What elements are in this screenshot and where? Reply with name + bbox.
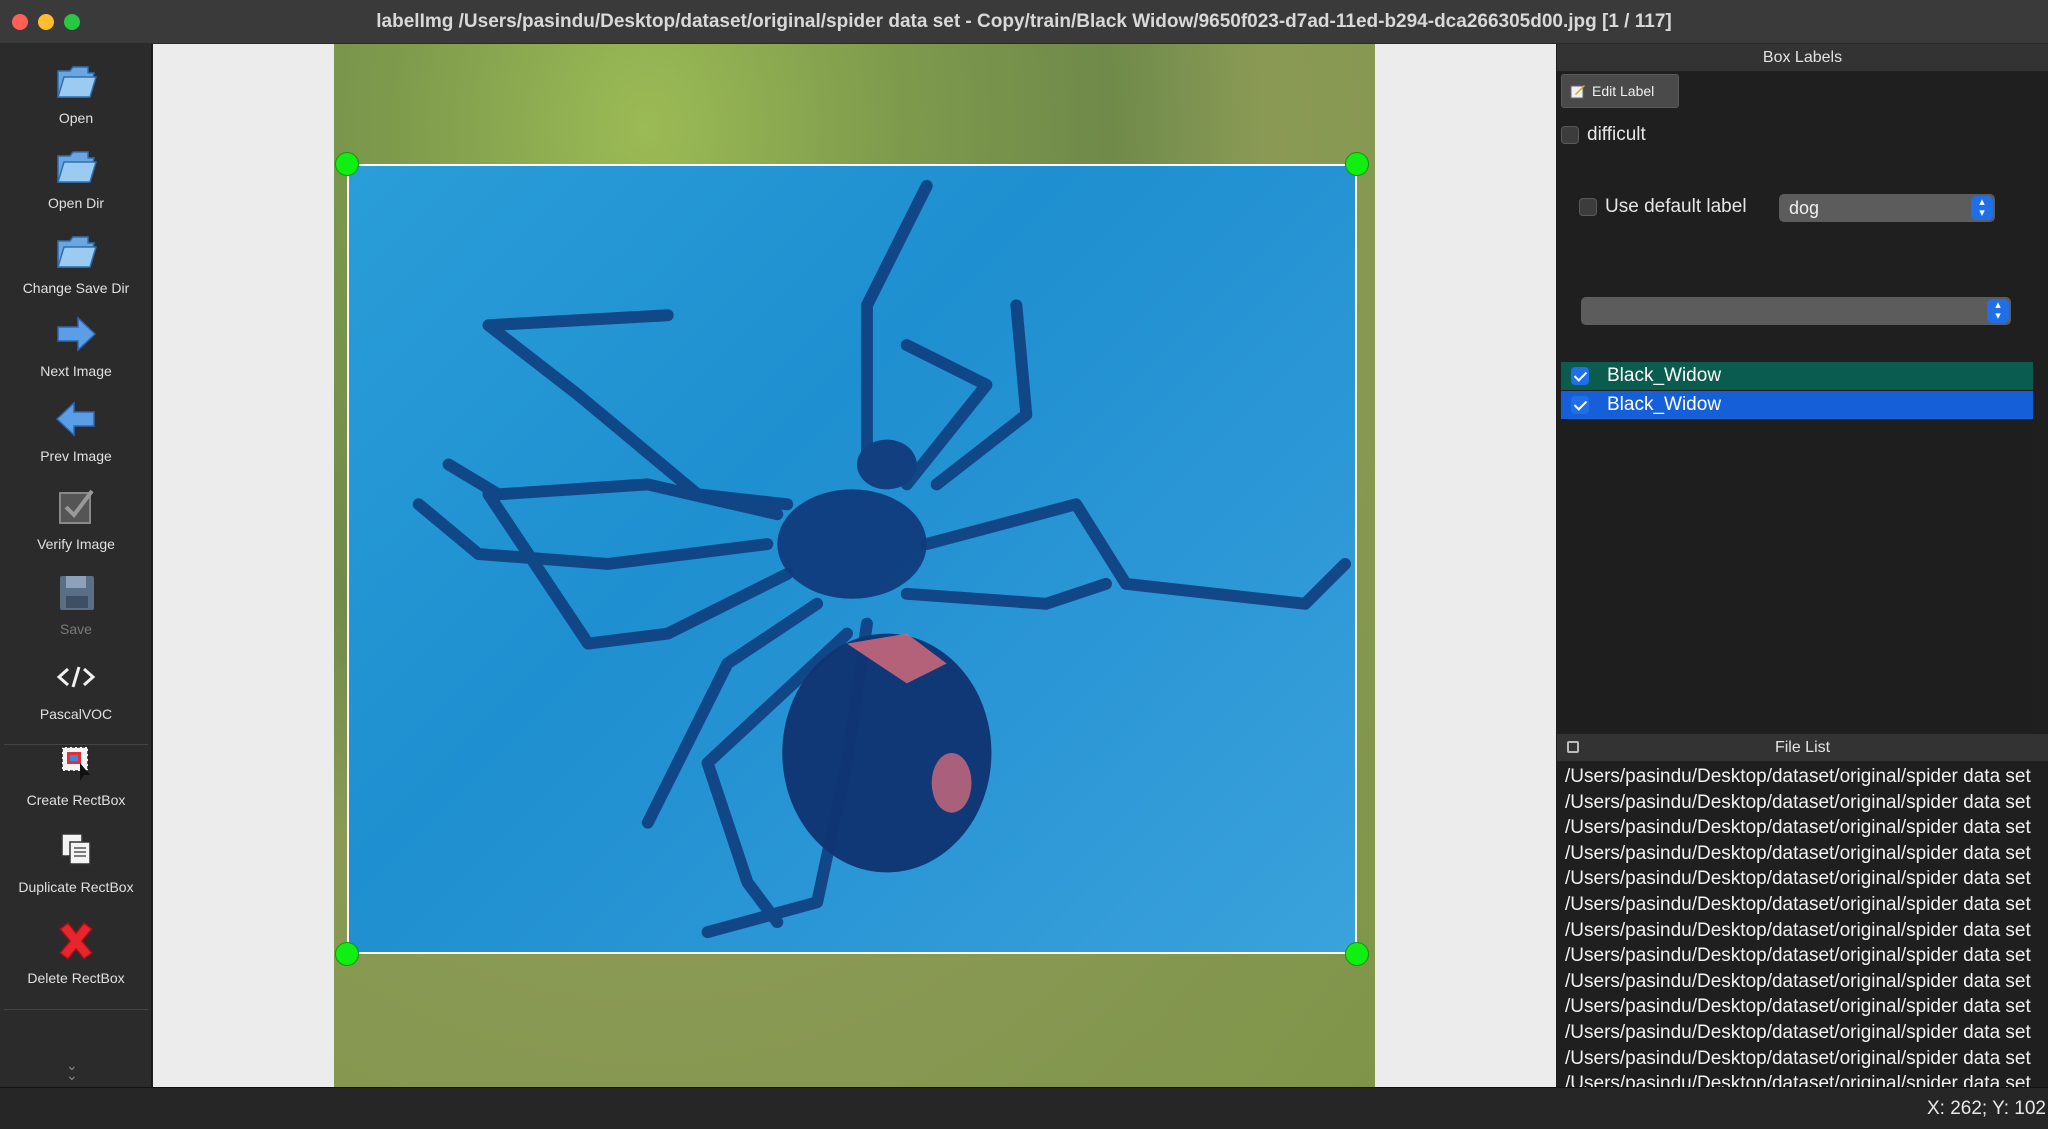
pascal-voc-label: PascalVOC	[39, 706, 113, 722]
change-save-dir-button[interactable]: Change Save Dir	[0, 218, 152, 302]
open-button[interactable]: Open	[0, 48, 152, 132]
open-dir-label: Open Dir	[47, 195, 105, 211]
label-visible-checkbox[interactable]	[1571, 367, 1589, 385]
right-panel: Box Labels Edit Label difficult Use defa…	[1557, 44, 2048, 1088]
open-label: Open	[58, 110, 94, 126]
difficult-label: difficult	[1587, 124, 1646, 145]
cursor-coordinates: X: 262; Y: 102	[1926, 1098, 2046, 1119]
verify-image-button[interactable]: Verify Image	[0, 474, 152, 558]
pascal-voc-button[interactable]: PascalVOC	[0, 644, 152, 728]
delete-rectbox-button[interactable]: Delete RectBox	[0, 908, 152, 992]
labels-list: Black_Widow Black_Widow	[1561, 362, 2033, 732]
edit-label-text: Edit Label	[1592, 83, 1655, 99]
file-list-item[interactable]: /Users/pasindu/Desktop/dataset/original/…	[1557, 790, 2048, 816]
file-list-item[interactable]: /Users/pasindu/Desktop/dataset/original/…	[1557, 1020, 2048, 1046]
bounding-box[interactable]	[347, 164, 1357, 954]
code-icon	[53, 654, 99, 700]
file-list-item[interactable]: /Users/pasindu/Desktop/dataset/original/…	[1557, 969, 2048, 995]
file-list-title: File List	[1774, 739, 1831, 756]
close-window-button[interactable]	[12, 14, 28, 30]
save-label: Save	[60, 621, 92, 637]
label-list-item[interactable]: Black_Widow	[1561, 362, 2033, 390]
maximize-window-button[interactable]	[64, 14, 80, 30]
file-list-item[interactable]: /Users/pasindu/Desktop/dataset/original/…	[1557, 994, 2048, 1020]
red-x-icon	[53, 918, 99, 964]
open-dir-button[interactable]: Open Dir	[0, 133, 152, 217]
next-image-label: Next Image	[40, 363, 112, 379]
chevron-double-down-icon[interactable]: ⌄ ⌄	[66, 1058, 78, 1082]
arrow-right-icon	[53, 311, 99, 357]
minimize-window-button[interactable]	[38, 14, 54, 30]
use-default-label-text: Use default label	[1605, 196, 1747, 217]
box-handle-top-right[interactable]	[1345, 152, 1369, 176]
spider-image	[412, 179, 1352, 939]
label-list-item[interactable]: Black_Widow	[1561, 391, 2033, 419]
title-bar: labelImg /Users/pasindu/Desktop/dataset/…	[0, 0, 2048, 44]
difficult-checkbox[interactable]	[1561, 126, 1579, 144]
file-list-item[interactable]: /Users/pasindu/Desktop/dataset/original/…	[1557, 943, 2048, 969]
image-canvas[interactable]	[153, 44, 1556, 1087]
file-list-item[interactable]: /Users/pasindu/Desktop/dataset/original/…	[1557, 1071, 2048, 1088]
difficult-row[interactable]: difficult	[1561, 124, 1646, 146]
status-bar: X: 262; Y: 102	[0, 1087, 2048, 1129]
floppy-disk-icon	[53, 569, 99, 615]
file-list-title-bar: File List	[1557, 734, 2048, 762]
default-label-value: dog	[1789, 198, 1820, 218]
file-list-item[interactable]: /Users/pasindu/Desktop/dataset/original/…	[1557, 892, 2048, 918]
file-list-item[interactable]: /Users/pasindu/Desktop/dataset/original/…	[1557, 764, 2048, 790]
file-list-item[interactable]: /Users/pasindu/Desktop/dataset/original/…	[1557, 1046, 2048, 1072]
select-chevron-icon: ▴ ▾	[1987, 299, 2009, 323]
verify-image-label: Verify Image	[37, 536, 115, 552]
edit-pencil-icon	[1570, 85, 1585, 99]
default-label-select[interactable]: dog ▴ ▾	[1779, 194, 1995, 222]
float-dock-icon[interactable]	[1567, 741, 1579, 753]
create-rectbox-label: Create RectBox	[26, 792, 126, 808]
use-default-label-checkbox[interactable]	[1579, 198, 1597, 216]
folder-open-icon	[53, 143, 99, 189]
label-name: Black_Widow	[1607, 394, 1722, 415]
toolbar: Open Open Dir Change Save Dir Next Image…	[0, 44, 152, 1087]
box-labels-title: Box Labels	[1557, 44, 2048, 72]
folder-open-icon	[53, 228, 99, 274]
file-list: /Users/pasindu/Desktop/dataset/original/…	[1557, 764, 2048, 1088]
label-name: Black_Widow	[1607, 365, 1722, 386]
file-list-item[interactable]: /Users/pasindu/Desktop/dataset/original/…	[1557, 841, 2048, 867]
box-handle-bottom-left[interactable]	[335, 942, 359, 966]
next-image-button[interactable]: Next Image	[0, 301, 152, 385]
save-button[interactable]: Save	[0, 559, 152, 643]
prev-image-button[interactable]: Prev Image	[0, 386, 152, 470]
label-filter-select[interactable]: ▴ ▾	[1581, 297, 2011, 325]
create-rectbox-button[interactable]: Create RectBox	[0, 730, 152, 814]
box-handle-bottom-right[interactable]	[1345, 942, 1369, 966]
checkbox-icon	[53, 484, 99, 530]
duplicate-rectbox-button[interactable]: Duplicate RectBox	[0, 817, 152, 901]
change-save-dir-label: Change Save Dir	[22, 280, 130, 296]
window-controls	[12, 14, 80, 30]
duplicate-icon	[53, 827, 99, 873]
label-visible-checkbox[interactable]	[1571, 396, 1589, 414]
select-chevron-icon: ▴ ▾	[1971, 196, 1993, 220]
delete-rectbox-label: Delete RectBox	[27, 970, 125, 986]
use-default-label-row[interactable]: Use default label	[1579, 196, 1747, 218]
edit-label-button[interactable]: Edit Label	[1561, 74, 1679, 108]
file-list-item[interactable]: /Users/pasindu/Desktop/dataset/original/…	[1557, 815, 2048, 841]
file-list-item[interactable]: /Users/pasindu/Desktop/dataset/original/…	[1557, 866, 2048, 892]
file-list-item[interactable]: /Users/pasindu/Desktop/dataset/original/…	[1557, 918, 2048, 944]
duplicate-rectbox-label: Duplicate RectBox	[18, 879, 134, 895]
window-title: labelImg /Users/pasindu/Desktop/dataset/…	[376, 10, 1672, 32]
folder-open-icon	[53, 58, 99, 104]
arrow-left-icon	[53, 396, 99, 442]
toolbar-divider	[4, 1009, 148, 1010]
box-handle-top-left[interactable]	[335, 152, 359, 176]
create-rect-icon	[53, 740, 99, 786]
prev-image-label: Prev Image	[40, 448, 112, 464]
